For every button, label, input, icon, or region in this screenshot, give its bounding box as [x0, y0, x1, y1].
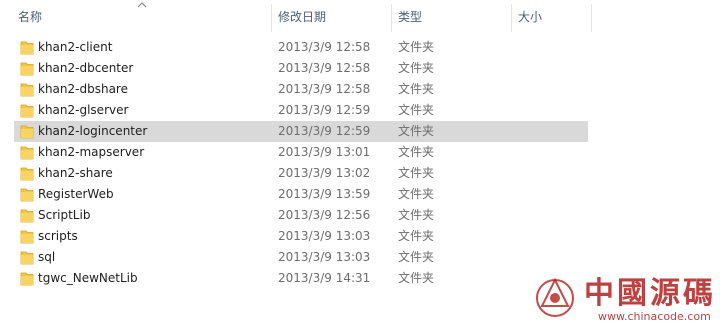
file-type: 文件夹 — [398, 82, 435, 96]
folder-icon — [20, 83, 34, 97]
folder-icon — [20, 209, 34, 223]
file-date: 2013/3/9 12:59 — [278, 103, 371, 117]
file-type: 文件夹 — [398, 61, 435, 75]
file-row[interactable]: khan2-dbcenter 2013/3/9 12:58 文件夹 — [14, 58, 588, 79]
column-header-size-label: 大小 — [518, 10, 543, 24]
file-row[interactable]: khan2-dbshare 2013/3/9 12:58 文件夹 — [14, 79, 588, 100]
folder-icon — [20, 62, 34, 76]
file-row[interactable]: RegisterWeb 2013/3/9 13:59 文件夹 — [14, 184, 588, 205]
file-row[interactable]: scripts 2013/3/9 13:03 文件夹 — [14, 226, 588, 247]
folder-icon — [20, 230, 34, 244]
file-name: sql — [38, 250, 56, 264]
file-name: RegisterWeb — [38, 187, 114, 201]
column-header-type-label: 类型 — [398, 10, 423, 24]
watermark-text: 中國源碼 — [584, 276, 716, 311]
file-name: khan2-logincenter — [38, 124, 148, 138]
file-date: 2013/3/9 13:03 — [278, 250, 371, 264]
file-row[interactable]: khan2-client 2013/3/9 12:58 文件夹 — [14, 37, 588, 58]
column-header-date-label: 修改日期 — [278, 10, 327, 24]
file-type: 文件夹 — [398, 145, 435, 159]
file-type: 文件夹 — [398, 166, 435, 180]
file-name: scripts — [38, 229, 78, 243]
file-name: khan2-mapserver — [38, 145, 145, 159]
watermark-url: www.chinacode.com — [598, 310, 711, 323]
file-name: khan2-glserver — [38, 103, 129, 117]
file-row[interactable]: khan2-logincenter 2013/3/9 12:59 文件夹 — [14, 121, 588, 142]
file-row[interactable]: khan2-mapserver 2013/3/9 13:01 文件夹 — [14, 142, 588, 163]
file-date: 2013/3/9 12:58 — [278, 82, 371, 96]
column-header-name-label: 名称 — [18, 10, 43, 24]
column-divider[interactable] — [591, 4, 592, 32]
file-date: 2013/3/9 13:02 — [278, 166, 371, 180]
folder-icon — [20, 146, 34, 160]
file-type: 文件夹 — [398, 40, 435, 54]
file-name: khan2-client — [38, 40, 113, 54]
file-row[interactable]: ScriptLib 2013/3/9 12:56 文件夹 — [14, 205, 588, 226]
column-header-name[interactable]: 名称 — [12, 0, 270, 34]
file-date: 2013/3/9 14:31 — [278, 271, 371, 285]
file-row[interactable]: sql 2013/3/9 13:03 文件夹 — [14, 247, 588, 268]
watermark-logo-icon — [536, 277, 574, 317]
folder-icon — [20, 188, 34, 202]
file-name: khan2-dbshare — [38, 82, 128, 96]
folder-icon — [20, 104, 34, 118]
file-date: 2013/3/9 12:59 — [278, 124, 371, 138]
file-type: 文件夹 — [398, 250, 435, 264]
file-date: 2013/3/9 12:58 — [278, 61, 371, 75]
file-name: khan2-dbcenter — [38, 61, 134, 75]
file-date: 2013/3/9 12:58 — [278, 40, 371, 54]
file-name: ScriptLib — [38, 208, 91, 222]
watermark: 中國源碼 www.chinacode.com — [528, 268, 726, 325]
file-type: 文件夹 — [398, 103, 435, 117]
file-row[interactable]: tgwc_NewNetLib 2013/3/9 14:31 文件夹 — [14, 268, 588, 289]
file-type: 文件夹 — [398, 229, 435, 243]
folder-icon — [20, 167, 34, 181]
folder-icon — [20, 251, 34, 265]
file-type: 文件夹 — [398, 187, 435, 201]
file-date: 2013/3/9 12:56 — [278, 208, 371, 222]
column-header-date[interactable]: 修改日期 — [272, 0, 390, 34]
file-date: 2013/3/9 13:59 — [278, 187, 371, 201]
file-type: 文件夹 — [398, 124, 435, 138]
file-name: khan2-share — [38, 166, 113, 180]
column-header-size[interactable]: 大小 — [512, 0, 590, 34]
column-header-bar: 名称 修改日期 类型 大小 — [0, 0, 726, 34]
column-header-type[interactable]: 类型 — [392, 0, 510, 34]
file-date: 2013/3/9 13:03 — [278, 229, 371, 243]
file-type: 文件夹 — [398, 271, 435, 285]
file-date: 2013/3/9 13:01 — [278, 145, 371, 159]
folder-icon — [20, 272, 34, 286]
file-row[interactable]: khan2-glserver 2013/3/9 12:59 文件夹 — [14, 100, 588, 121]
folder-icon — [20, 125, 34, 139]
file-type: 文件夹 — [398, 208, 435, 222]
file-row[interactable]: khan2-share 2013/3/9 13:02 文件夹 — [14, 163, 588, 184]
folder-icon — [20, 41, 34, 55]
file-name: tgwc_NewNetLib — [38, 271, 138, 285]
